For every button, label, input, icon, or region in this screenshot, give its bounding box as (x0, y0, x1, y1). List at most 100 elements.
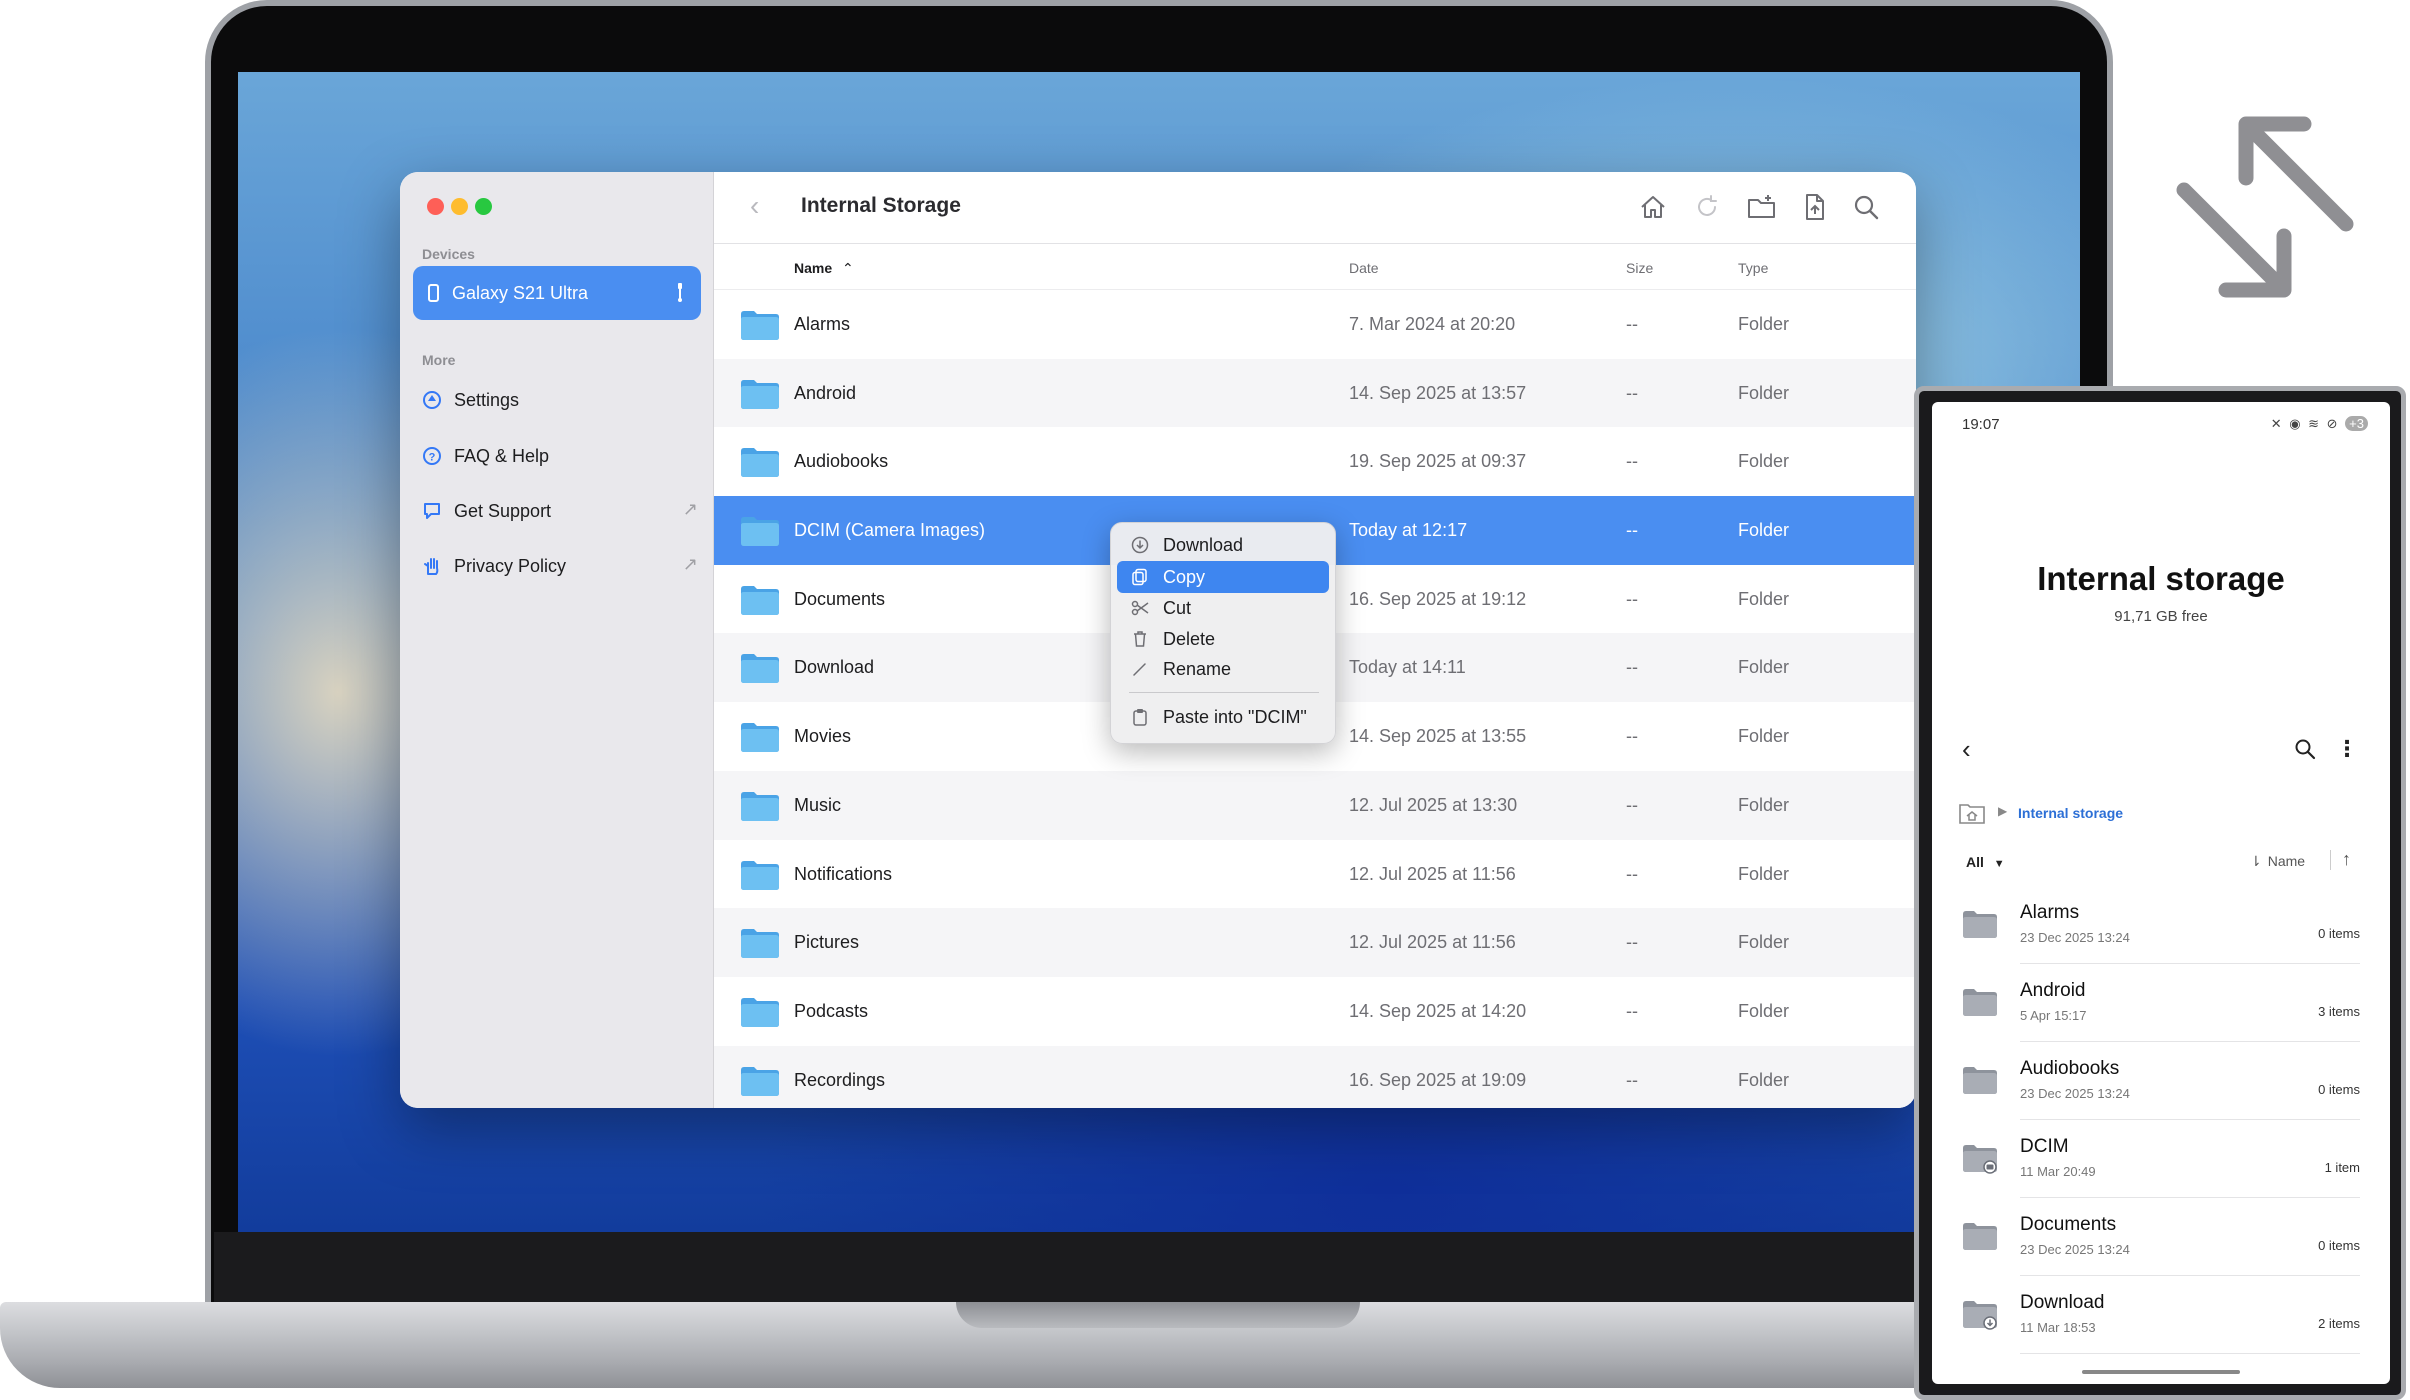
table-row[interactable]: Music 12. Jul 2025 at 13:30 -- Folder (714, 770, 1916, 840)
file-type: Folder (1738, 657, 1790, 678)
upload-file-icon (1806, 194, 1824, 220)
file-date: 12. Jul 2025 at 11:56 (1349, 932, 1516, 953)
file-name: Recordings (794, 1069, 886, 1090)
sidebar-item-settings[interactable]: Settings (422, 386, 702, 416)
home-button[interactable] (1638, 192, 1668, 222)
phone-list-item[interactable]: Audiobooks 23 Dec 2025 13:24 0 items (1932, 1042, 2390, 1120)
file-size: -- (1626, 657, 1638, 678)
column-date-header[interactable]: Date (1349, 260, 1379, 276)
upload-file-button[interactable] (1799, 192, 1829, 222)
file-size: -- (1626, 1069, 1638, 1090)
file-type: Folder (1738, 1000, 1790, 1021)
refresh-button[interactable] (1692, 192, 1722, 222)
sidebar-item-get-support[interactable]: Get Support ↗ (422, 497, 702, 527)
context-menu-rename[interactable]: Rename (1117, 653, 1329, 685)
phone-item-date: 23 Dec 2025 13:24 (2020, 1242, 2130, 1257)
new-folder-button[interactable] (1746, 192, 1776, 222)
external-link-icon: ↗ (682, 499, 698, 519)
status-icons: ✕ ◉ ≋ ⊘ +3 (2271, 416, 2368, 432)
column-type-header[interactable]: Type (1738, 260, 1768, 276)
file-size: -- (1626, 314, 1638, 334)
folder-icon (740, 378, 780, 410)
divider (2330, 850, 2331, 870)
table-row[interactable]: Podcasts 14. Sep 2025 at 14:20 -- Folder (714, 977, 1916, 1046)
phone-free-space: 91,71 GB free (2114, 608, 2208, 625)
column-name-header[interactable]: Name ⌃ (794, 260, 854, 277)
folder-icon (1962, 1064, 1998, 1096)
search-icon (1854, 195, 1879, 220)
file-date: 16. Sep 2025 at 19:09 (1349, 1069, 1527, 1090)
file-date: Today at 14:11 (1349, 657, 1466, 678)
file-date: 14. Sep 2025 at 14:20 (1349, 1000, 1527, 1021)
breadcrumb-chevron-icon: ▶ (1998, 804, 2008, 818)
phone-back-button[interactable]: ‹ (1962, 734, 1971, 765)
context-menu-delete[interactable]: Delete (1117, 623, 1329, 655)
table-row[interactable]: Notifications 12. Jul 2025 at 11:56 -- Fold… (714, 840, 1916, 909)
table-row[interactable]: Alarms 7. Mar 2024 at 20:20 -- Folder (714, 290, 1916, 359)
back-button[interactable]: ‹ (750, 190, 759, 222)
file-date: 12. Jul 2025 at 13:30 (1349, 794, 1518, 815)
phone-search-icon[interactable] (2294, 738, 2316, 760)
home-indicator (2082, 1370, 2240, 1374)
sidebar-item-faq[interactable]: ? FAQ & Help (422, 442, 702, 472)
phone-sort-by[interactable]: ⇂ Name (2250, 853, 2305, 870)
file-size: -- (1626, 520, 1638, 541)
context-menu-cut[interactable]: Cut (1117, 592, 1329, 624)
context-menu-paste[interactable]: Paste into "DCIM" (1117, 701, 1329, 733)
table-row[interactable]: Audiobooks 19. Sep 2025 at 09:37 -- Folder (714, 427, 1916, 496)
sort-direction-icon[interactable]: ↑ (2342, 849, 2351, 870)
search-button[interactable] (1851, 192, 1881, 222)
folder-icon (740, 652, 780, 684)
table-row[interactable]: Recordings 16. Sep 2025 at 19:09 -- Folder (714, 1045, 1916, 1108)
context-menu-download[interactable]: Download (1117, 529, 1329, 561)
folder-icon (740, 1065, 780, 1097)
file-type: Folder (1738, 588, 1790, 609)
close-window-button[interactable] (427, 198, 444, 215)
pencil-icon (1131, 660, 1149, 678)
phone-list-item[interactable]: Alarms 23 Dec 2025 13:24 0 items (1932, 886, 2390, 964)
sidebar-item-device[interactable]: Galaxy S21 Ultra (413, 266, 701, 320)
column-size-header[interactable]: Size (1626, 260, 1653, 276)
file-type: Folder (1738, 794, 1790, 815)
folder-icon (1962, 986, 1998, 1018)
sidebar-item-privacy-policy[interactable]: Privacy Policy ↗ (422, 552, 702, 582)
table-row[interactable]: Pictures 12. Jul 2025 at 11:56 -- Folder (714, 908, 1916, 977)
phone-item-name: Download (2020, 1292, 2105, 1313)
file-name: Documents (794, 588, 886, 609)
copy-icon (1131, 568, 1149, 586)
phone-list-item[interactable]: DCIM 11 Mar 20:49 1 item (1932, 1120, 2390, 1198)
context-menu-separator (1129, 692, 1319, 693)
sidebar-item-label: Get Support (454, 501, 552, 521)
phone-filter-dropdown[interactable]: All ▼ (1966, 854, 2005, 870)
file-date: 12. Jul 2025 at 11:56 (1349, 863, 1516, 884)
file-type: Folder (1738, 932, 1790, 953)
folder-icon (740, 859, 780, 891)
scissors-icon (1131, 599, 1149, 617)
phone-breadcrumb[interactable]: Internal storage (2018, 805, 2123, 821)
sidebar: Devices Galaxy S21 Ultra More Settings ?… (400, 172, 714, 1108)
file-size: -- (1626, 382, 1638, 403)
phone-more-options-icon[interactable]: ⋮ (2336, 736, 2358, 762)
phone-item-count: 0 items (2318, 1082, 2360, 1097)
phone-list-item[interactable]: Download 11 Mar 18:53 2 items (1932, 1276, 2390, 1354)
phone-home-folder-icon[interactable] (1958, 801, 1986, 825)
file-date: 19. Sep 2025 at 09:37 (1349, 451, 1527, 472)
phone-list-item[interactable]: Documents 23 Dec 2025 13:24 0 items (1932, 1198, 2390, 1276)
phone-list-item[interactable]: Android 5 Apr 15:17 3 items (1932, 964, 2390, 1042)
zoom-window-button[interactable] (475, 198, 492, 215)
context-menu-copy[interactable]: Copy (1117, 561, 1329, 593)
phone-item-date: 5 Apr 15:17 (2020, 1008, 2087, 1023)
home-icon (1641, 196, 1665, 218)
sort-ascending-icon: ⌃ (842, 260, 854, 276)
file-date: 14. Sep 2025 at 13:55 (1349, 726, 1527, 747)
file-name: Music (794, 794, 842, 815)
table-row[interactable]: Android 14. Sep 2025 at 13:57 -- Folder (714, 358, 1916, 428)
file-date: 7. Mar 2024 at 20:20 (1349, 314, 1516, 334)
file-size: -- (1626, 932, 1638, 953)
minimize-window-button[interactable] (451, 198, 468, 215)
trash-icon (1131, 630, 1149, 648)
file-size: -- (1626, 726, 1638, 747)
folder-icon (740, 790, 780, 822)
file-size: -- (1626, 451, 1638, 472)
hand-icon (422, 556, 442, 576)
